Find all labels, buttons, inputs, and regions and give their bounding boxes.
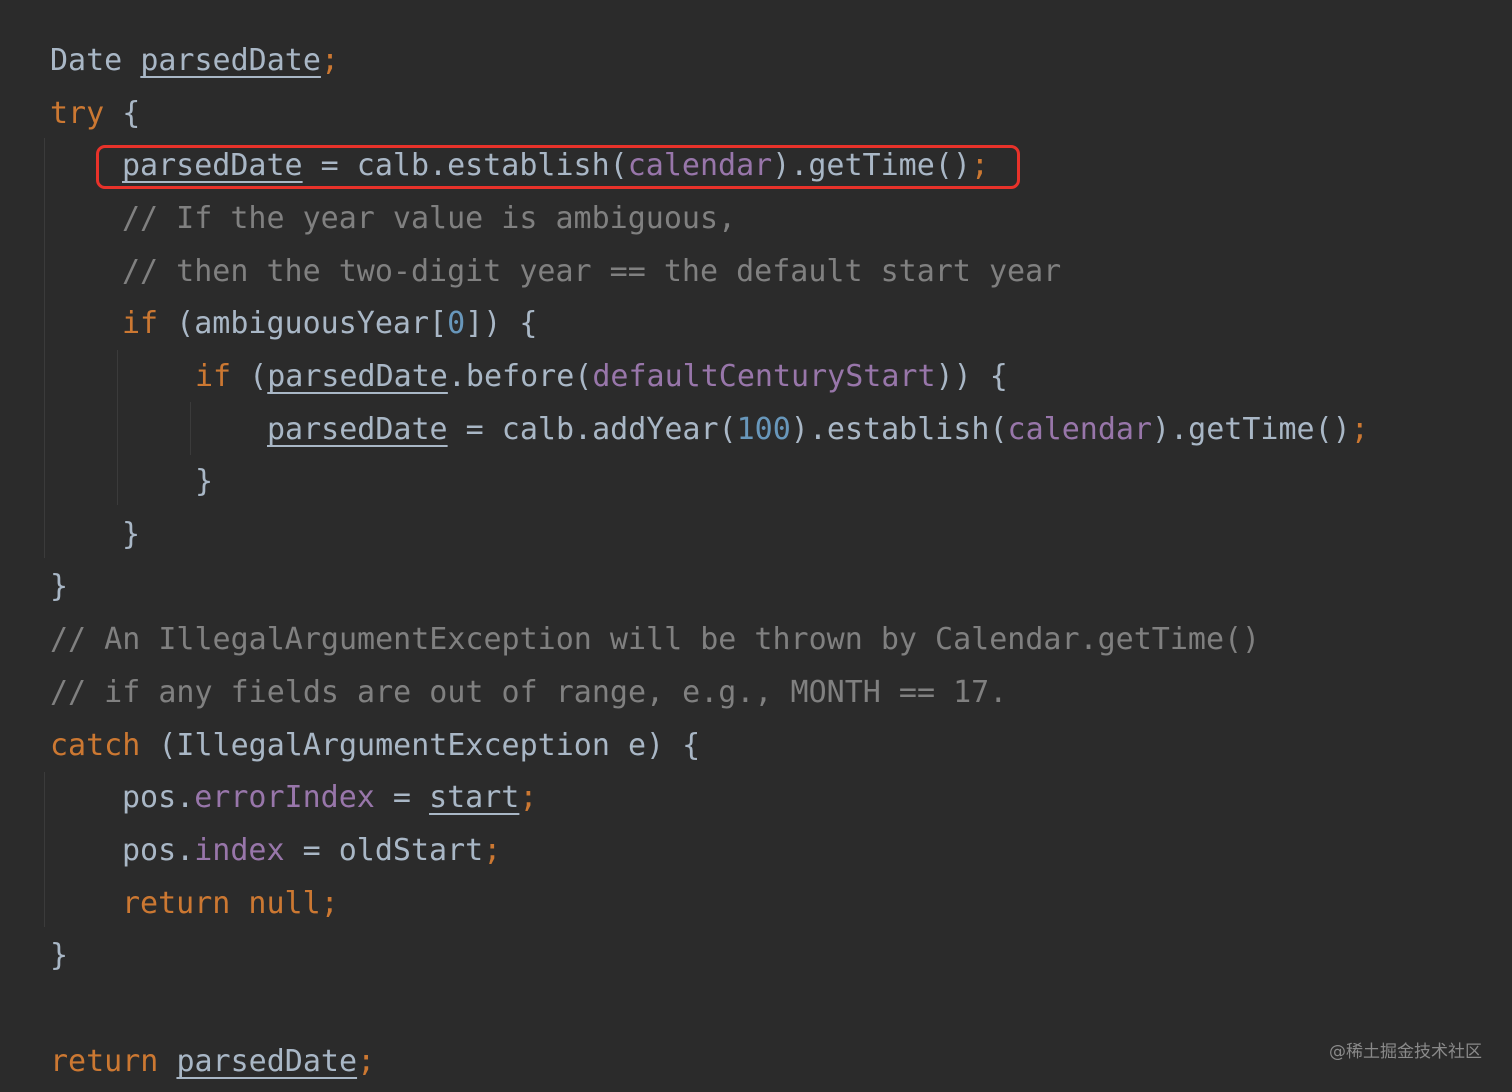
code-text: ).establish( — [790, 412, 1008, 447]
comment: // then the two-digit year == the defaul… — [122, 254, 1062, 289]
indent-guide — [44, 772, 45, 927]
code-line[interactable]: Date parsedDate; — [50, 34, 339, 87]
code-text: pos. — [122, 833, 195, 868]
keyword: catch — [50, 728, 141, 763]
keyword: if — [122, 306, 159, 341]
indent-guide — [190, 402, 191, 455]
code-line[interactable]: catch (IllegalArgumentException e) { — [50, 719, 700, 772]
code-text: ]) { — [465, 306, 538, 341]
code-line[interactable]: // if any fields are out of range, e.g.,… — [50, 666, 1007, 719]
variable: parsedDate — [267, 359, 448, 394]
code-text: } — [50, 569, 69, 604]
variable: parsedDate — [267, 412, 448, 447]
indent-guide — [117, 350, 118, 505]
code-line[interactable]: } — [50, 560, 68, 613]
semicolon: ; — [1350, 412, 1369, 447]
code-line[interactable]: pos.index = oldStart; — [122, 824, 501, 877]
code-text: pos. — [122, 780, 195, 815]
keyword: return null; — [122, 886, 339, 921]
semicolon: ; — [483, 833, 502, 868]
code-text: = — [374, 780, 430, 815]
semicolon: ; — [519, 780, 538, 815]
code-line[interactable]: if (ambiguousYear[0]) { — [122, 297, 537, 350]
keyword: try — [50, 96, 105, 131]
code-line[interactable]: if (parsedDate.before(defaultCenturyStar… — [195, 350, 1008, 403]
code-line[interactable]: // An IllegalArgumentException will be t… — [50, 613, 1260, 666]
watermark: @稀土掘金技术社区 — [1329, 1042, 1482, 1062]
code-editor[interactable]: Date parsedDate; try { parsedDate = calb… — [0, 0, 1512, 1092]
code-line[interactable]: } — [50, 929, 68, 982]
code-text: ( — [231, 359, 268, 394]
comment: // if any fields are out of range, e.g.,… — [50, 675, 1008, 710]
field-name: defaultCenturyStart — [592, 359, 936, 394]
code-line[interactable]: try { — [50, 87, 140, 140]
field-name: calendar — [1007, 412, 1153, 447]
number-literal: 0 — [447, 306, 466, 341]
keyword: if — [195, 359, 232, 394]
code-text: } — [122, 517, 141, 552]
code-text: .before( — [447, 359, 593, 394]
code-line[interactable]: // If the year value is ambiguous, — [122, 192, 736, 245]
comment: // An IllegalArgumentException will be t… — [50, 622, 1261, 657]
code-line[interactable]: pos.errorIndex = start; — [122, 771, 537, 824]
semicolon: ; — [357, 1044, 376, 1079]
variable: start — [429, 780, 520, 815]
code-line[interactable]: return null; — [122, 877, 339, 930]
code-text: = calb.addYear( — [447, 412, 737, 447]
code-line[interactable]: // then the two-digit year == the defaul… — [122, 245, 1061, 298]
highlight-box — [96, 145, 1020, 189]
keyword: return — [50, 1044, 159, 1079]
code-text: ).getTime() — [1152, 412, 1351, 447]
code-line[interactable]: } — [122, 508, 140, 561]
code-text: Date — [50, 43, 141, 78]
code-text: )) { — [935, 359, 1008, 394]
variable: parsedDate — [140, 43, 321, 78]
code-text: (IllegalArgumentException e) { — [140, 728, 701, 763]
indent-guide — [44, 138, 45, 558]
code-text: (ambiguousYear[ — [158, 306, 448, 341]
code-line[interactable]: parsedDate = calb.addYear(100).establish… — [267, 403, 1369, 456]
comment: // If the year value is ambiguous, — [122, 201, 737, 236]
code-line[interactable]: return parsedDate; — [50, 1035, 375, 1088]
semicolon: ; — [320, 43, 339, 78]
field-name: index — [194, 833, 285, 868]
number-literal: 100 — [736, 412, 791, 447]
code-text: { — [104, 96, 141, 131]
variable: parsedDate — [176, 1044, 358, 1079]
code-text: } — [50, 938, 69, 973]
code-line[interactable]: } — [195, 455, 213, 508]
code-text: = oldStart — [284, 833, 484, 868]
field-name: errorIndex — [194, 780, 375, 815]
code-text: } — [195, 464, 214, 499]
